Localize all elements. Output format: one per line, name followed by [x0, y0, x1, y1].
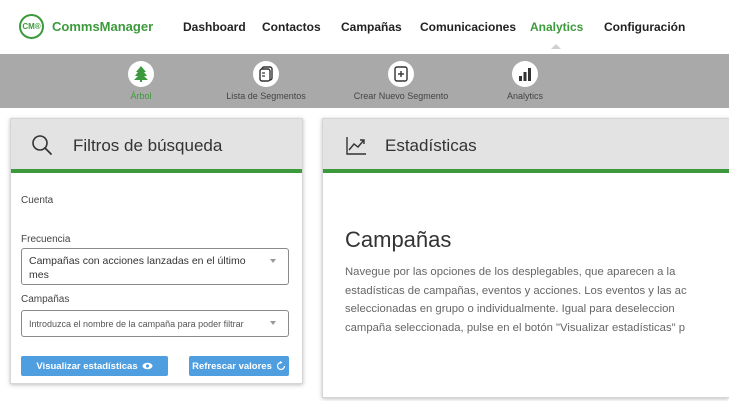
filters-panel: Filtros de búsqueda Cuenta Frecuencia Ca…	[10, 118, 303, 384]
description-line: Navegue por las opciones de los desplega…	[345, 266, 676, 278]
statistics-panel: Estadísticas Campañas Navegue por las op…	[322, 118, 729, 398]
view-statistics-button[interactable]: Visualizar estadísticas	[21, 356, 168, 376]
frequency-value-line1: Campañas con acciones lanzadas en el últ…	[29, 255, 246, 267]
nav-campanas[interactable]: Campañas	[341, 20, 402, 34]
nav-dashboard[interactable]: Dashboard	[183, 20, 246, 34]
search-icon	[31, 134, 53, 161]
description-line: estadísticas de campañas, eventos y acci…	[345, 284, 687, 297]
subnav-label: Árbol	[130, 91, 152, 101]
document-list-icon	[253, 61, 279, 87]
subnav-label: Lista de Segmentos	[226, 91, 306, 101]
tree-icon	[128, 61, 154, 87]
frequency-label: Frecuencia	[21, 234, 71, 245]
campaigns-description: Navegue por las opciones de los desplega…	[345, 263, 729, 337]
frequency-select[interactable]: Campañas con acciones lanzadas en el últ…	[21, 248, 289, 285]
brand[interactable]: CM® CommsManager	[19, 14, 153, 39]
brand-logo: CM®	[19, 14, 44, 39]
refresh-values-button[interactable]: Refrescar valores	[189, 356, 289, 376]
filters-title: Filtros de búsqueda	[73, 136, 223, 155]
subnav-label: Analytics	[506, 91, 543, 101]
nav-analytics[interactable]: Analytics	[530, 20, 583, 34]
chevron-down-icon	[270, 321, 276, 325]
frequency-value-line2: mes	[29, 269, 49, 281]
subnav-label: Crear Nuevo Segmento	[353, 91, 449, 101]
subnav-analytics[interactable]: Analytics	[465, 61, 585, 101]
eye-icon	[142, 362, 153, 370]
description-line: seleccionadas en grupo o individualmente…	[345, 303, 675, 315]
chevron-down-icon	[270, 259, 276, 263]
brand-name: CommsManager	[52, 19, 154, 34]
nav-comunicaciones[interactable]: Comunicaciones	[420, 20, 516, 34]
statistics-title: Estadísticas	[385, 136, 477, 155]
trend-chart-icon	[345, 136, 367, 161]
description-line: campaña seleccionada, pulse en el botón …	[345, 321, 686, 334]
active-nav-indicator	[551, 44, 561, 49]
campaigns-label: Campañas	[21, 294, 70, 305]
statistics-panel-header: Estadísticas	[323, 119, 729, 173]
subnav-arbol[interactable]: Árbol	[81, 61, 201, 101]
account-label: Cuenta	[21, 195, 54, 206]
view-statistics-label: Visualizar estadísticas	[36, 360, 138, 372]
campaigns-placeholder: Introduzca el nombre de la campaña para …	[29, 319, 244, 329]
bar-chart-icon	[512, 61, 538, 87]
new-document-icon	[388, 61, 414, 87]
filters-panel-header: Filtros de búsqueda	[11, 119, 302, 173]
campaigns-heading: Campañas	[345, 227, 452, 252]
refresh-icon	[276, 361, 286, 371]
subnav-lista-segmentos[interactable]: Lista de Segmentos	[206, 61, 326, 101]
top-navbar: CM® CommsManager Dashboard Contactos Cam…	[0, 0, 729, 54]
nav-configuracion[interactable]: Configuración	[604, 20, 685, 34]
sub-toolbar: Árbol Lista de Segmentos Crear Nuevo Seg…	[0, 54, 729, 108]
nav-contactos[interactable]: Contactos	[262, 20, 321, 34]
refresh-values-label: Refrescar valores	[192, 360, 272, 372]
subnav-crear-segmento[interactable]: Crear Nuevo Segmento	[341, 61, 461, 101]
campaigns-select[interactable]: Introduzca el nombre de la campaña para …	[21, 310, 289, 337]
